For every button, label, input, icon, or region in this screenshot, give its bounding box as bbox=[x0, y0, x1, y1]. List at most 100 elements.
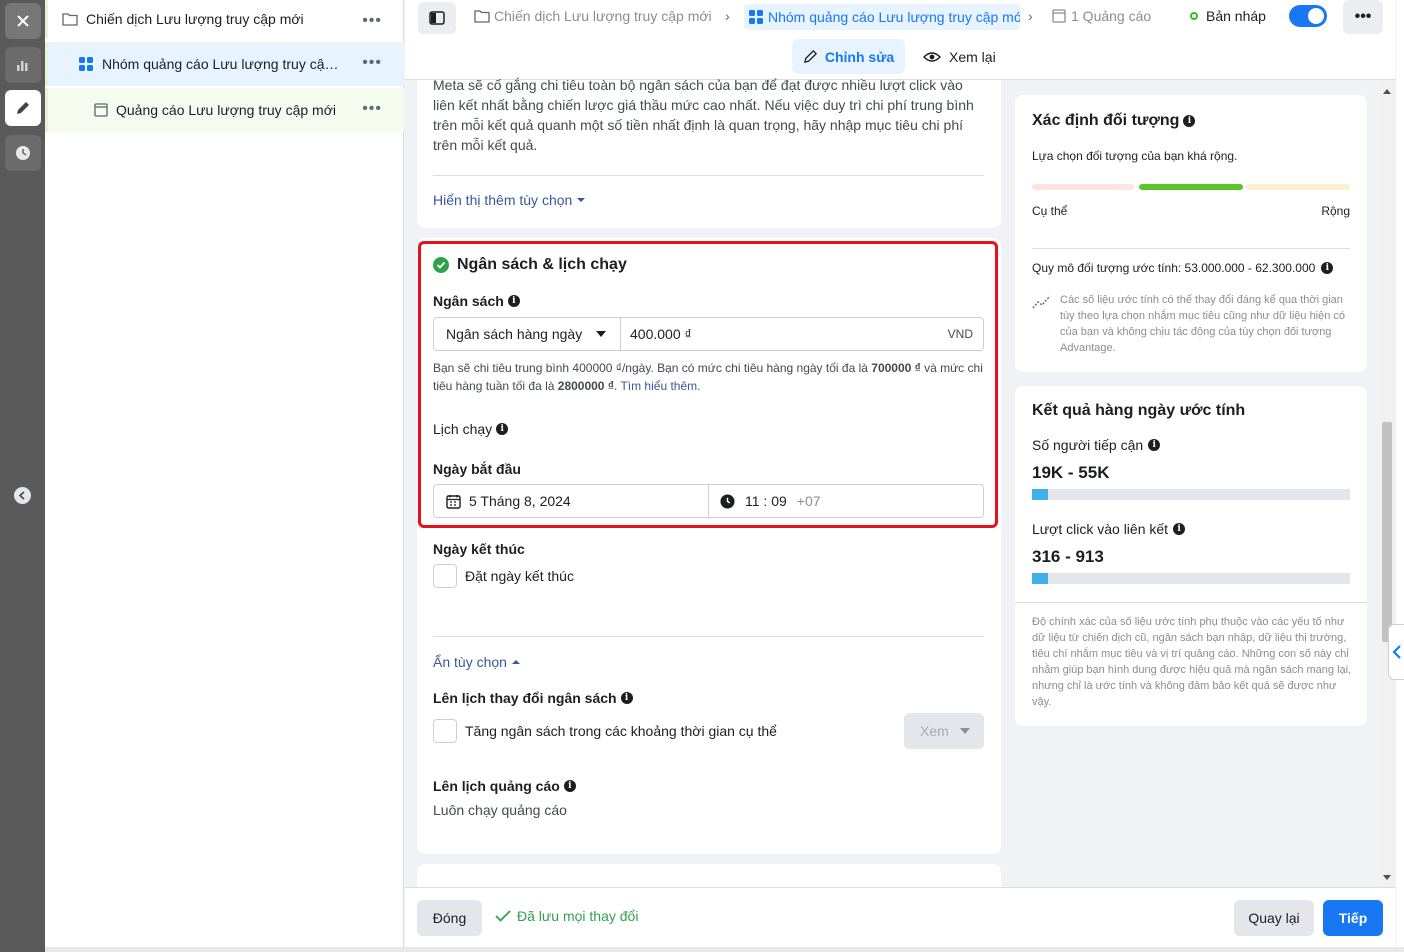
chevron-left-icon bbox=[18, 491, 25, 500]
show-more-options-label: Hiển thị thêm tùy chọn bbox=[433, 192, 573, 208]
meter-active-segment bbox=[1139, 184, 1243, 190]
more-icon[interactable]: ••• bbox=[362, 100, 382, 118]
audience-definition-card: Xác định đối tượng i Lựa chọn đối tượng c… bbox=[1015, 95, 1367, 372]
sidebar-toggle-button[interactable] bbox=[418, 2, 456, 34]
tree-campaign-label: Chiến dịch Lưu lượng truy cập mới bbox=[86, 11, 304, 27]
info-icon[interactable]: i bbox=[507, 295, 520, 307]
scrollbar[interactable] bbox=[1378, 80, 1396, 887]
learn-more-link[interactable]: Tìm hiểu thêm. bbox=[620, 379, 700, 393]
scroll-thumb[interactable] bbox=[1382, 422, 1392, 642]
clicks-label: Lượt click vào liên kết i bbox=[1032, 521, 1186, 537]
history-button[interactable] bbox=[5, 135, 41, 171]
results-disclaimer: Độ chính xác của số liệu ước tính phụ th… bbox=[1032, 616, 1352, 708]
breadcrumb-ad-label: 1 Quảng cáo bbox=[1071, 8, 1152, 24]
breadcrumb-ad[interactable]: 1 Quảng cáo bbox=[1052, 8, 1151, 24]
reach-bar-fill bbox=[1032, 489, 1048, 500]
budget-schedule-checkbox-label: Tăng ngân sách trong các khoảng thời gia… bbox=[465, 723, 777, 739]
budget-label-text: Ngân sách bbox=[433, 293, 504, 309]
ad-schedule-label: Lên lịch quảng cáo i bbox=[433, 778, 576, 794]
close-button[interactable]: Đóng bbox=[417, 900, 482, 936]
clock-icon bbox=[16, 146, 30, 160]
timezone-label: +07 bbox=[796, 493, 821, 509]
info-icon[interactable]: i bbox=[496, 423, 509, 435]
more-icon[interactable]: ••• bbox=[362, 12, 382, 30]
budget-schedule-card: Ngân sách & lịch chạy Ngân sách i Ngân sá… bbox=[417, 238, 1001, 854]
audience-disclaimer: Các số liệu ước tính có thể thay đổi đán… bbox=[1060, 294, 1346, 354]
end-date-checkbox[interactable] bbox=[433, 564, 457, 588]
stats-button[interactable] bbox=[5, 47, 41, 83]
more-icon[interactable]: ••• bbox=[362, 54, 382, 72]
start-time-value: 11 : 09 bbox=[745, 493, 787, 509]
view-button[interactable]: Xem bbox=[904, 713, 984, 749]
info-icon[interactable]: i bbox=[1148, 439, 1161, 451]
weekly-max-value: 2800000 ₫ bbox=[557, 379, 614, 393]
results-title: Kết quả hàng ngày ước tính bbox=[1032, 402, 1246, 419]
divider bbox=[433, 636, 984, 637]
next-button[interactable]: Tiếp bbox=[1323, 900, 1383, 936]
tree-item-campaign[interactable]: Chiến dịch Lưu lượng truy cập mới ••• bbox=[45, 0, 404, 38]
section-title: Ngân sách & lịch chạy bbox=[457, 256, 627, 273]
info-icon[interactable]: i bbox=[1321, 262, 1334, 274]
tree-adset-label: Nhóm quảng cáo Lưu lượng truy cập mới bbox=[102, 56, 342, 72]
reach-value: 19K - 55K bbox=[1032, 463, 1110, 482]
tab-edit[interactable]: Chỉnh sửa bbox=[792, 39, 905, 74]
more-menu-button[interactable]: ••• bbox=[1343, 0, 1383, 34]
status-dot-icon bbox=[1190, 12, 1198, 20]
reach-label-text: Số người tiếp cận bbox=[1032, 437, 1144, 453]
audience-size: Quy mô đối tượng ước tính: 53.000.000 - … bbox=[1032, 261, 1334, 275]
calendar-icon bbox=[446, 494, 461, 509]
budget-field: Ngân sách hàng ngày 400.000 ₫ VND bbox=[433, 317, 984, 351]
grid-icon bbox=[749, 10, 763, 24]
info-icon[interactable]: i bbox=[563, 780, 576, 792]
end-date-option: Đặt ngày kết thúc bbox=[433, 564, 574, 588]
chevron-left-icon bbox=[1391, 645, 1401, 659]
divider bbox=[433, 175, 984, 176]
side-panel-tab[interactable] bbox=[1388, 624, 1404, 680]
info-icon[interactable]: i bbox=[1183, 115, 1196, 127]
start-date-value: 5 Tháng 8, 2024 bbox=[469, 493, 571, 509]
budget-schedule-option: Tăng ngân sách trong các khoảng thời gia… bbox=[433, 719, 777, 743]
status-label: Bản nháp bbox=[1206, 8, 1266, 24]
show-more-options-link[interactable]: Hiển thị thêm tùy chọn bbox=[433, 192, 586, 208]
breadcrumb-campaign[interactable]: Chiến dịch Lưu lượng truy cập mới bbox=[474, 8, 712, 24]
start-time-input[interactable]: 11 : 09 +07 bbox=[720, 485, 821, 517]
tree-item-ad[interactable]: Quảng cáo Lưu lượng truy cập mới ••• bbox=[45, 88, 404, 132]
tree-ad-label: Quảng cáo Lưu lượng truy cập mới bbox=[116, 102, 336, 118]
scroll-down-icon[interactable] bbox=[1383, 875, 1391, 880]
info-icon[interactable]: i bbox=[1173, 523, 1186, 535]
clock-icon bbox=[720, 493, 735, 509]
saved-status-label: Đã lưu mọi thay đổi bbox=[517, 908, 639, 924]
bar-chart-icon bbox=[17, 61, 28, 71]
breadcrumb-adset-label: Nhóm quảng cáo Lưu lượng truy cập mới bbox=[768, 9, 1020, 25]
close-editor-button[interactable] bbox=[5, 3, 41, 39]
divider bbox=[1015, 602, 1367, 603]
saved-status: Đã lưu mọi thay đổi bbox=[495, 908, 638, 924]
tab-review-label: Xem lại bbox=[949, 48, 996, 65]
info-icon[interactable]: i bbox=[620, 692, 633, 704]
divider bbox=[1032, 248, 1350, 249]
reach-bar bbox=[1032, 489, 1350, 500]
publish-toggle[interactable] bbox=[1289, 5, 1327, 27]
budget-schedule-label: Lên lịch thay đổi ngân sách i bbox=[433, 690, 633, 706]
reach-label: Số người tiếp cận i bbox=[1032, 437, 1161, 453]
tab-review[interactable]: Xem lại bbox=[923, 39, 996, 74]
budget-amount-input[interactable]: 400.000 ₫ bbox=[630, 326, 692, 342]
back-button[interactable]: Quay lại bbox=[1234, 900, 1314, 936]
budget-type-select[interactable]: Ngân sách hàng ngày bbox=[434, 318, 621, 350]
hide-options-link[interactable]: Ẩn tùy chọn bbox=[433, 654, 520, 670]
collapse-panel-button[interactable] bbox=[14, 487, 31, 504]
specific-label: Cụ thể bbox=[1032, 204, 1068, 218]
scroll-up-icon[interactable] bbox=[1383, 89, 1391, 94]
window-bottom-edge bbox=[45, 947, 1404, 952]
left-rail bbox=[0, 0, 45, 952]
tree-item-adset[interactable]: Nhóm quảng cáo Lưu lượng truy cập mới ••… bbox=[45, 42, 404, 86]
budget-schedule-checkbox[interactable] bbox=[433, 719, 457, 743]
end-date-label: Ngày kết thúc bbox=[433, 541, 525, 557]
edit-mode-button[interactable] bbox=[5, 90, 41, 126]
caret-down-icon bbox=[577, 198, 586, 202]
chevron-right-icon: › bbox=[1028, 8, 1033, 24]
start-date-input[interactable]: 5 Tháng 8, 2024 bbox=[434, 485, 709, 517]
breadcrumb-adset[interactable]: Nhóm quảng cáo Lưu lượng truy cập mới bbox=[744, 4, 1020, 30]
status-badge: Bản nháp bbox=[1190, 8, 1266, 24]
clicks-label-text: Lượt click vào liên kết bbox=[1032, 521, 1169, 537]
